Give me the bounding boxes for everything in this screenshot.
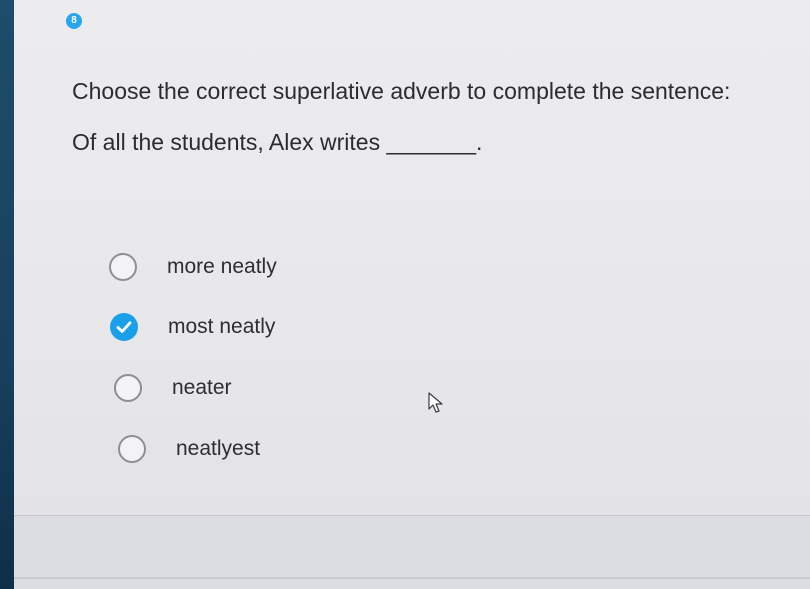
- radio-button[interactable]: [109, 253, 137, 281]
- answer-option-neatlyest[interactable]: neatlyest: [118, 432, 260, 466]
- answer-option-label: neater: [172, 376, 232, 399]
- question-prompt: Choose the correct superlative adverb to…: [72, 78, 731, 104]
- answer-option-label: neatlyest: [176, 437, 261, 460]
- left-sidebar-strip: [0, 0, 14, 589]
- answer-option-label: more neatly: [167, 255, 277, 278]
- divider: [14, 577, 810, 579]
- question-sentence: Of all the students, Alex writes _______…: [72, 129, 483, 155]
- mouse-cursor-icon: [428, 392, 443, 413]
- radio-button[interactable]: [114, 374, 142, 402]
- question-card: 8 Choose the correct superlative adverb …: [14, 0, 810, 516]
- radio-button[interactable]: [118, 435, 146, 463]
- answer-option-label: most neatly: [168, 315, 276, 338]
- question-number-badge: 8: [66, 13, 82, 29]
- radio-button-selected[interactable]: [110, 313, 138, 341]
- answer-option-neater[interactable]: neater: [114, 371, 232, 405]
- answer-option-more-neatly[interactable]: more neatly: [109, 250, 277, 284]
- check-icon: [116, 321, 132, 333]
- answer-option-most-neatly[interactable]: most neatly: [110, 310, 275, 344]
